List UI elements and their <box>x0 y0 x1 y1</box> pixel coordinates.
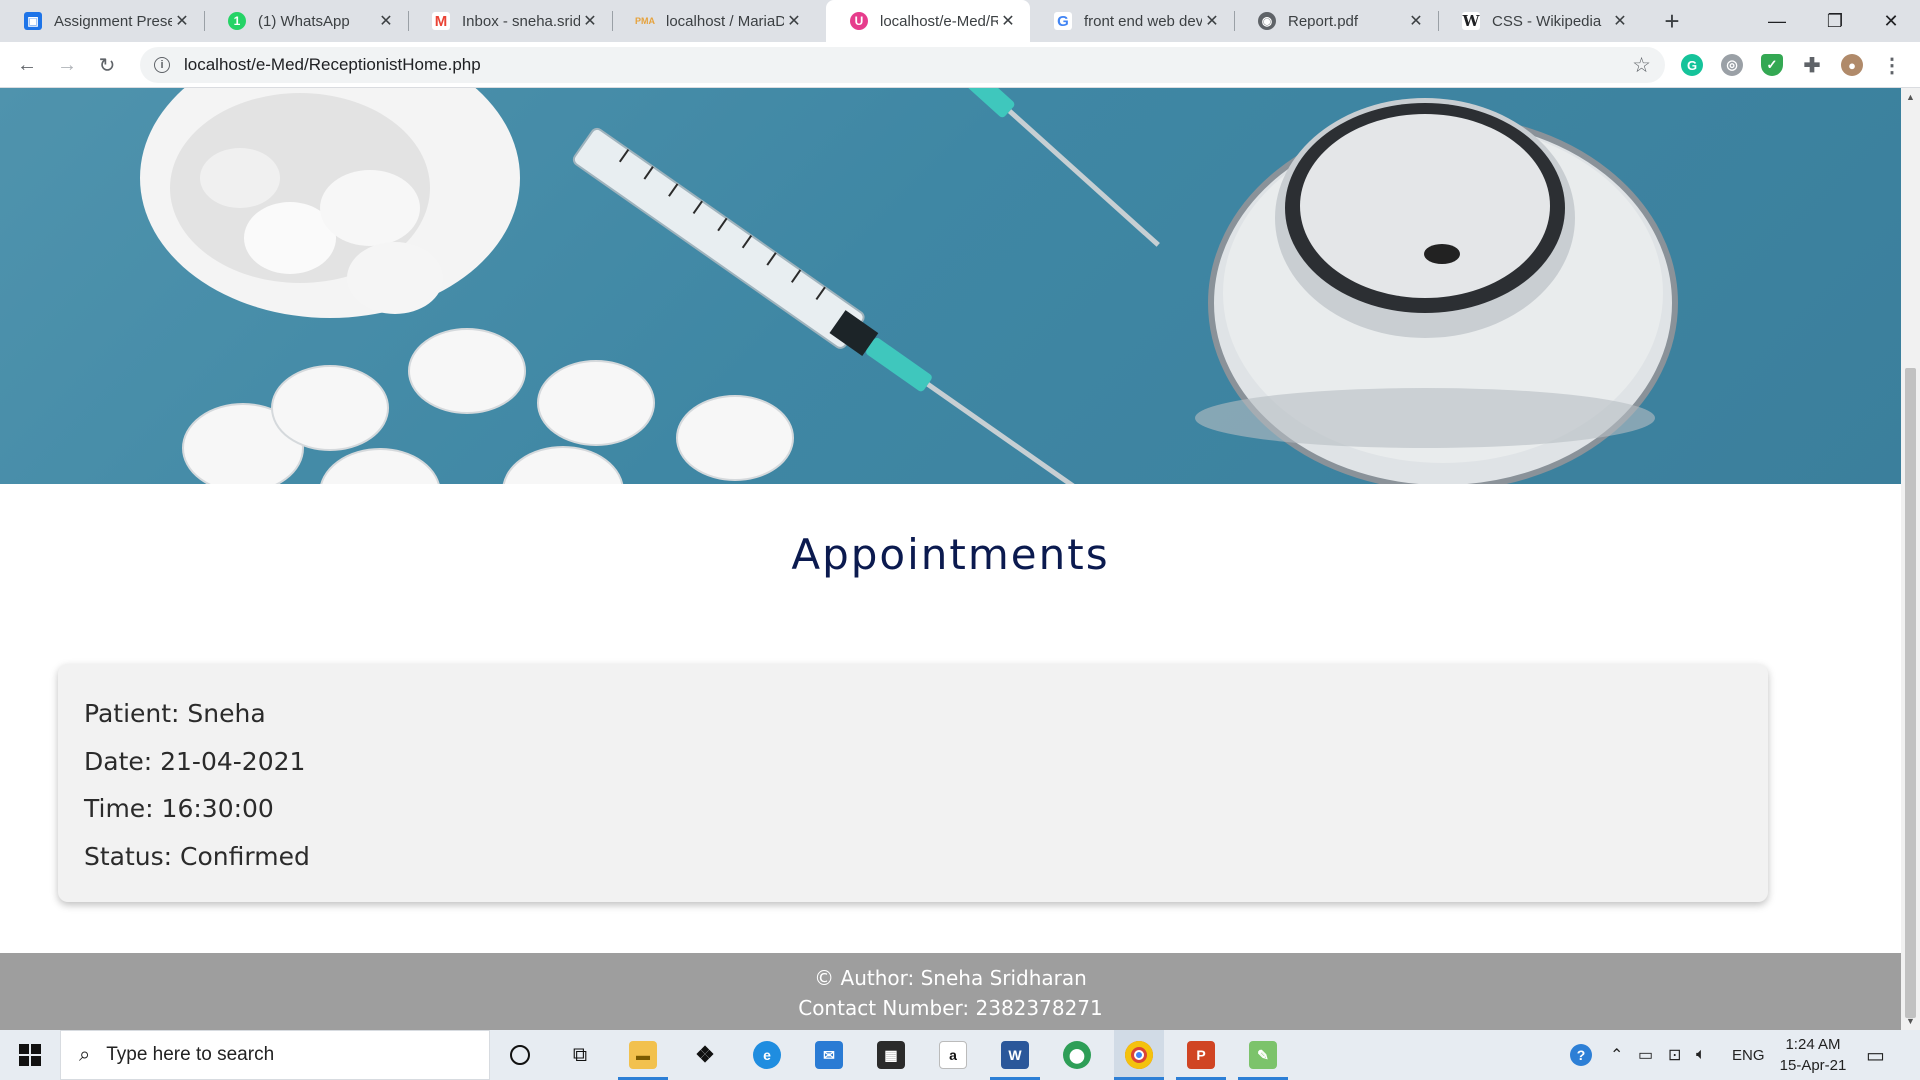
appointment-card: Patient: Sneha Date: 21-04-2021 Time: 16… <box>58 664 1768 902</box>
tab-assignment[interactable]: ▣ Assignment Preser ✕ <box>0 0 204 42</box>
tab-strip: ▣ Assignment Preser ✕ 1 (1) WhatsApp ✕ M… <box>0 0 1920 42</box>
mail-icon[interactable]: ✉ <box>804 1030 854 1080</box>
dropbox-icon[interactable]: ❖ <box>680 1030 730 1080</box>
maps-pin-icon[interactable]: ⬤ <box>1052 1030 1102 1080</box>
address-bar[interactable]: i localhost/e-Med/ReceptionistHome.php ☆ <box>140 47 1665 83</box>
store-icon[interactable]: ▦ <box>866 1030 916 1080</box>
task-view-icon[interactable]: ⧉ <box>555 1030 605 1080</box>
windows-taskbar: ⌕ Type here to search ⧉ ▬ ❖ e ✉ ▦ a W ⬤ … <box>0 1030 1920 1080</box>
close-icon[interactable]: ✕ <box>580 11 600 31</box>
network-icon[interactable]: ⊡ <box>1668 1030 1681 1080</box>
appointment-patient: Patient: Sneha <box>84 699 266 728</box>
globe-icon: ◉ <box>1258 12 1276 30</box>
tab-title: Inbox - sneha.sridh <box>462 12 580 30</box>
appointment-date: Date: 21-04-2021 <box>84 746 306 776</box>
tab-gmail[interactable]: M Inbox - sneha.sridh ✕ <box>408 0 612 42</box>
emed-icon: U <box>850 12 868 30</box>
battery-icon[interactable]: ▭ <box>1638 1030 1653 1080</box>
close-icon[interactable]: ✕ <box>1202 11 1222 31</box>
appointment-status: Status: Confirmed <box>84 841 310 871</box>
wikipedia-icon: W <box>1462 12 1480 30</box>
google-classroom-icon: ▣ <box>24 12 42 30</box>
back-arrow-icon[interactable]: ← <box>11 49 43 81</box>
tab-whatsapp[interactable]: 1 (1) WhatsApp ✕ <box>204 0 408 42</box>
tab-phpmyadmin[interactable]: PMA localhost / MariaD ✕ <box>612 0 816 42</box>
google-icon: G <box>1054 12 1072 30</box>
tab-title: (1) WhatsApp <box>258 12 350 30</box>
scrollbar-thumb[interactable] <box>1905 368 1916 1018</box>
hero-image <box>0 88 1901 484</box>
forward-arrow-icon[interactable]: → <box>51 49 83 81</box>
whatsapp-icon: 1 <box>228 12 246 30</box>
close-icon[interactable]: ✕ <box>1406 11 1426 31</box>
amazon-icon[interactable]: a <box>928 1030 978 1080</box>
appointment-time: Time: 16:30:00 <box>84 794 274 823</box>
close-window-button[interactable]: ✕ <box>1862 0 1920 42</box>
tab-title: Report.pdf <box>1288 12 1359 30</box>
tab-google-search[interactable]: G front end web dev ✕ <box>1030 0 1234 42</box>
reload-icon[interactable]: ↻ <box>91 49 123 81</box>
close-icon[interactable]: ✕ <box>376 11 396 31</box>
show-hidden-icons-chevron-icon[interactable]: ⌃ <box>1610 1030 1623 1080</box>
footer-author: © Author: Sneha Sridharan <box>814 966 1087 990</box>
close-icon[interactable]: ✕ <box>784 11 804 31</box>
language-indicator[interactable]: ENG <box>1732 1030 1765 1080</box>
search-icon: ⌕ <box>79 1043 91 1066</box>
footer-contact: Contact Number: 2382378271 <box>798 996 1103 1020</box>
close-icon[interactable]: ✕ <box>172 11 192 31</box>
minimize-button[interactable]: — <box>1748 0 1806 42</box>
close-icon[interactable]: ✕ <box>998 11 1018 31</box>
start-button[interactable] <box>0 1030 60 1080</box>
tab-title: localhost/e-Med/R <box>880 12 998 30</box>
clock-date: 15-Apr-21 <box>1779 1057 1847 1074</box>
more-menu-icon[interactable]: ⋮ <box>1881 54 1903 77</box>
grammarly-icon[interactable]: G <box>1681 54 1703 76</box>
search-placeholder: Type here to search <box>106 1044 275 1065</box>
extension-circle-icon[interactable]: ◎ <box>1721 54 1743 76</box>
scroll-up-arrow-icon[interactable]: ▲ <box>1905 92 1916 102</box>
medical-banner-illustration <box>140 88 1678 484</box>
taskbar-search-input[interactable]: ⌕ Type here to search <box>60 1030 490 1080</box>
word-icon[interactable]: W <box>990 1030 1040 1080</box>
new-tab-button[interactable]: + <box>1655 4 1689 38</box>
restore-button[interactable]: ❐ <box>1806 0 1864 42</box>
page-viewport: Appointments Patient: Sneha Date: 21-04-… <box>0 88 1901 1030</box>
shield-icon[interactable]: ✓ <box>1761 54 1783 76</box>
gmail-icon: M <box>432 12 450 30</box>
browser-toolbar: ← → ↻ i localhost/e-Med/ReceptionistHome… <box>0 42 1920 88</box>
tab-title: Assignment Preser <box>54 12 172 30</box>
phpmyadmin-icon: PMA <box>635 16 655 26</box>
page-footer: © Author: Sneha Sridharan Contact Number… <box>0 953 1901 1030</box>
chrome-icon[interactable] <box>1114 1030 1164 1080</box>
bookmark-star-icon[interactable]: ☆ <box>1632 53 1651 78</box>
cortana-icon[interactable] <box>495 1030 545 1080</box>
tab-title: localhost / MariaD <box>666 12 784 30</box>
file-explorer-icon[interactable]: ▬ <box>618 1030 668 1080</box>
edge-icon[interactable]: e <box>742 1030 792 1080</box>
scroll-down-arrow-icon[interactable]: ▼ <box>1905 1016 1916 1026</box>
url-text: localhost/e-Med/ReceptionistHome.php <box>184 55 481 74</box>
clock-time: 1:24 AM <box>1785 1036 1841 1053</box>
powerpoint-icon[interactable]: P <box>1176 1030 1226 1080</box>
tab-title: CSS - Wikipedia <box>1492 12 1602 30</box>
tab-report-pdf[interactable]: ◉ Report.pdf ✕ <box>1234 0 1438 42</box>
help-tray-icon[interactable]: ? <box>1570 1030 1592 1080</box>
page-title: Appointments <box>791 530 1110 579</box>
system-clock[interactable]: 1:24 AM 15-Apr-21 <box>1768 1034 1858 1076</box>
tab-wikipedia[interactable]: W CSS - Wikipedia ✕ <box>1438 0 1642 42</box>
site-info-icon[interactable]: i <box>154 57 170 73</box>
volume-icon[interactable]: 🔈︎ <box>1696 1030 1706 1080</box>
vertical-scrollbar[interactable]: ▲ ▼ <box>1901 88 1920 1030</box>
paint-icon[interactable]: ✎ <box>1238 1030 1288 1080</box>
profile-avatar[interactable]: ● <box>1841 54 1863 76</box>
windows-logo-icon <box>19 1044 41 1066</box>
notifications-icon[interactable]: ▭ <box>1866 1030 1885 1080</box>
puzzle-extensions-icon[interactable]: ✚ <box>1801 54 1823 77</box>
tab-title: front end web dev <box>1084 12 1202 30</box>
close-icon[interactable]: ✕ <box>1610 11 1630 31</box>
tab-emed[interactable]: U localhost/e-Med/R ✕ <box>826 0 1030 42</box>
